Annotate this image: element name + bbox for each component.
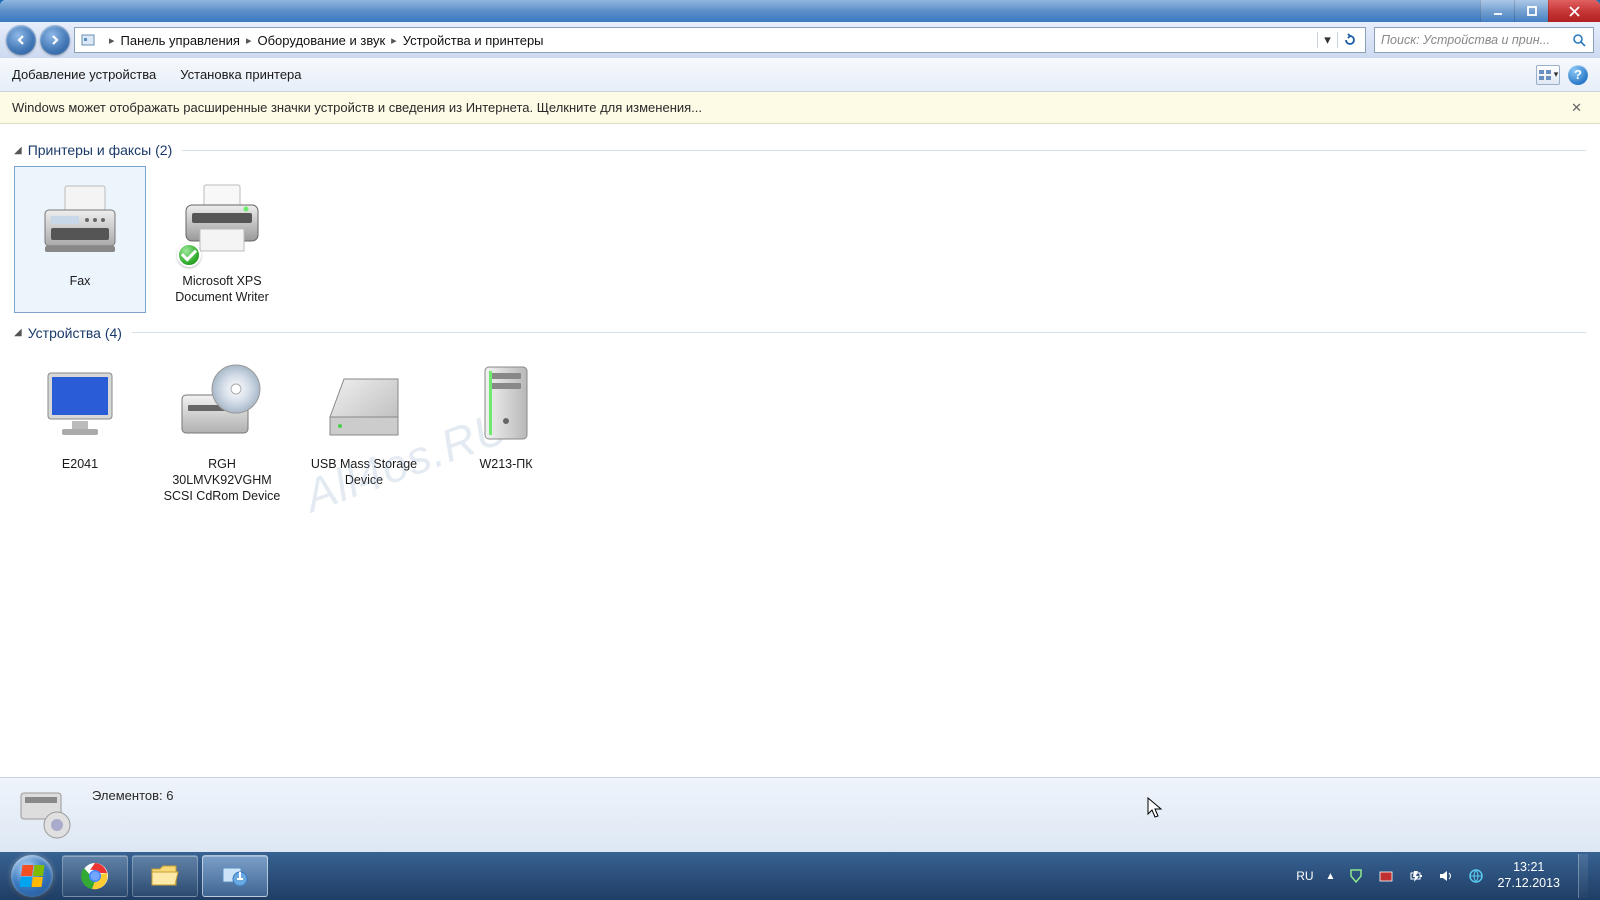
monitor-icon (21, 356, 139, 452)
chevron-right-icon: ▸ (391, 34, 397, 47)
address-dropdown-button[interactable]: ▾ (1317, 32, 1337, 48)
hdd-icon (305, 356, 423, 452)
tray-overflow-button[interactable]: ▲ (1326, 871, 1336, 882)
devices-list: E2041 RGH 30LMVK92VGHM SCSI CdRom Device (14, 349, 1586, 512)
breadcrumb-seg-1[interactable]: Панель управления (121, 33, 240, 48)
taskbar-item-explorer[interactable] (132, 855, 198, 897)
device-item-fax[interactable]: Fax (14, 166, 146, 313)
item-label: RGH 30LMVK92VGHM SCSI CdRom Device (163, 456, 281, 505)
chevron-right-icon: ▸ (109, 34, 115, 47)
add-printer-button[interactable]: Установка принтера (180, 67, 301, 82)
tray-app-icon[interactable] (1377, 867, 1395, 885)
add-device-button[interactable]: Добавление устройства (12, 67, 156, 82)
group-count: (4) (105, 325, 122, 341)
forward-button[interactable] (40, 25, 70, 55)
group-title: Устройства (28, 325, 101, 341)
search-icon (1572, 33, 1587, 48)
collapse-triangle-icon: ◢ (14, 327, 22, 338)
chrome-icon (80, 861, 110, 891)
clock-date: 27.12.2013 (1497, 876, 1560, 892)
item-label: Fax (21, 273, 139, 289)
taskbar: RU ▲ 13:21 27.12.2013 (0, 852, 1600, 900)
device-item-usb[interactable]: USB Mass Storage Device (298, 349, 430, 512)
location-icon (79, 31, 97, 49)
details-pane-text: Элементов: 6 (92, 788, 173, 803)
clock-time: 13:21 (1497, 860, 1560, 876)
action-center-icon[interactable] (1347, 867, 1365, 885)
device-item-xps[interactable]: Microsoft XPS Document Writer (156, 166, 288, 313)
device-item-pc[interactable]: W213-ПК (440, 349, 572, 512)
collapse-triangle-icon: ◢ (14, 145, 22, 156)
navigation-bar: ▸ Панель управления ▸ Оборудование и зву… (0, 22, 1600, 58)
back-button[interactable] (6, 25, 36, 55)
address-bar[interactable]: ▸ Панель управления ▸ Оборудование и зву… (74, 27, 1366, 53)
fax-icon (21, 173, 139, 269)
system-tray: RU ▲ 13:21 27.12.2013 (1296, 854, 1596, 898)
group-title: Принтеры и факсы (28, 142, 152, 158)
printer-icon (163, 173, 281, 269)
language-indicator[interactable]: RU (1296, 869, 1313, 883)
group-count: (2) (155, 142, 172, 158)
titlebar (0, 0, 1600, 22)
folder-icon (150, 863, 180, 889)
maximize-button[interactable] (1514, 0, 1548, 22)
details-pane: Элементов: 6 (0, 777, 1600, 852)
taskbar-item-chrome[interactable] (62, 855, 128, 897)
device-item-cdrom[interactable]: RGH 30LMVK92VGHM SCSI CdRom Device (156, 349, 288, 512)
view-options-button[interactable]: ▾ (1536, 65, 1560, 85)
item-label: Microsoft XPS Document Writer (163, 273, 281, 306)
search-input[interactable]: Поиск: Устройства и прин... (1374, 27, 1594, 53)
explorer-window: ▸ Панель управления ▸ Оборудование и зву… (0, 0, 1600, 852)
info-bar-close-button[interactable]: ✕ (1565, 98, 1588, 118)
device-item-monitor[interactable]: E2041 (14, 349, 146, 512)
info-bar[interactable]: Windows может отображать расширенные зна… (0, 92, 1600, 124)
minimize-button[interactable] (1480, 0, 1514, 22)
help-button[interactable]: ? (1568, 65, 1588, 85)
command-bar: Добавление устройства Установка принтера… (0, 58, 1600, 92)
windows-logo-icon (19, 865, 44, 887)
default-badge-icon (177, 243, 201, 267)
taskbar-item-control-panel[interactable] (202, 855, 268, 897)
refresh-button[interactable] (1337, 32, 1361, 48)
item-label: USB Mass Storage Device (305, 456, 423, 489)
details-pane-icon (14, 788, 78, 842)
network-icon[interactable] (1467, 867, 1485, 885)
item-label: W213-ПК (447, 456, 565, 472)
group-header-printers[interactable]: ◢ Принтеры и факсы (2) (14, 142, 1586, 158)
chevron-right-icon: ▸ (246, 34, 252, 47)
breadcrumb-seg-2[interactable]: Оборудование и звук (258, 33, 386, 48)
group-header-devices[interactable]: ◢ Устройства (4) (14, 325, 1586, 341)
cdrom-icon (163, 356, 281, 452)
item-label: E2041 (21, 456, 139, 472)
computer-tower-icon (447, 356, 565, 452)
control-panel-icon (220, 863, 250, 889)
info-bar-text: Windows может отображать расширенные зна… (12, 100, 702, 115)
show-desktop-button[interactable] (1578, 854, 1588, 898)
breadcrumb-seg-3[interactable]: Устройства и принтеры (403, 33, 544, 48)
power-icon[interactable] (1407, 867, 1425, 885)
volume-icon[interactable] (1437, 867, 1455, 885)
search-placeholder: Поиск: Устройства и прин... (1381, 33, 1550, 47)
clock[interactable]: 13:21 27.12.2013 (1497, 860, 1560, 891)
close-button[interactable] (1548, 0, 1600, 22)
printers-list: Fax Microsoft XPS Document Writer (14, 166, 1586, 313)
start-button[interactable] (4, 854, 60, 898)
content-area: All4os.RU ◢ Принтеры и факсы (2) (0, 124, 1600, 777)
